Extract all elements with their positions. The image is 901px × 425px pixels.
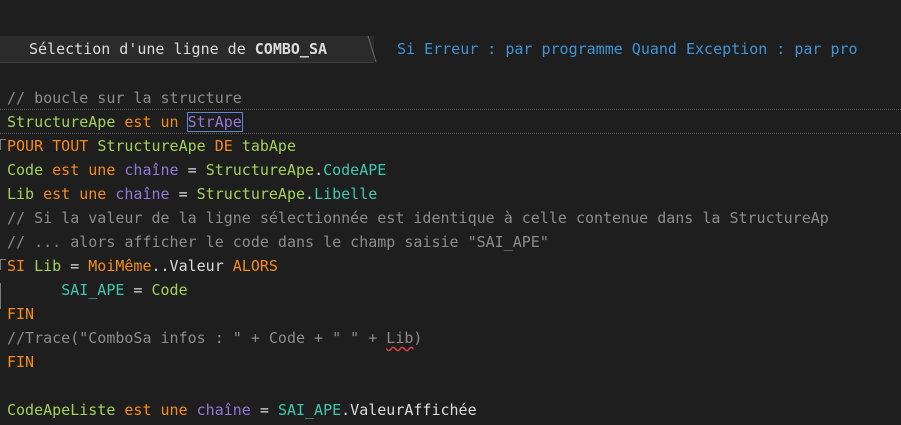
code-line-2[interactable]: StructureApe est un StrApe <box>7 110 243 134</box>
code-editor[interactable]: Sélection d'une ligne de COMBO_SA Si Err… <box>0 0 901 425</box>
code-line-1[interactable]: // boucle sur la structure <box>7 86 242 110</box>
code-line-10[interactable]: FIN <box>7 302 34 326</box>
code-line-6[interactable]: // Si la valeur de la ligne sélectionnée… <box>7 206 829 230</box>
code-line-9[interactable]: SAI_APE = Code <box>7 278 187 302</box>
code-line-7[interactable]: // ... alors afficher le code dans le ch… <box>7 230 549 254</box>
code-line-8[interactable]: SI Lib = MoiMême..Valeur ALORS <box>7 254 278 278</box>
code-line-12[interactable]: FIN <box>7 350 34 374</box>
spelling-error-token[interactable]: Lib <box>386 329 413 347</box>
procedure-tab-label: Sélection d'une ligne de COMBO_SA <box>29 40 327 58</box>
tab-control-name: COMBO_SA <box>254 40 328 58</box>
procedure-header: Sélection d'une ligne de COMBO_SA Si Err… <box>0 36 901 63</box>
error-handling-info[interactable]: Si Erreur : par programme Quand Exceptio… <box>397 40 858 58</box>
tab-edge-divider <box>367 36 377 62</box>
code-line-3[interactable]: POUR TOUT StructureApe DE tabApe <box>7 134 296 158</box>
code-line-5[interactable]: Lib est une chaîne = StructureApe.Libell… <box>7 182 377 206</box>
code-line-14[interactable]: CodeApeListe est une chaîne = SAI_APE.Va… <box>7 398 477 422</box>
fold-marker[interactable] <box>0 259 6 270</box>
tab-prefix-text: Sélection d'une ligne de <box>29 40 255 58</box>
code-line-11[interactable]: //Trace("ComboSa infos : " + Code + " " … <box>7 326 422 350</box>
fold-guide <box>0 283 6 309</box>
procedure-tab[interactable]: Sélection d'une ligne de COMBO_SA <box>0 36 374 63</box>
selected-type-token[interactable]: StrApe <box>186 112 243 132</box>
code-line-4[interactable]: Code est une chaîne = StructureApe.CodeA… <box>7 158 386 182</box>
fold-marker[interactable] <box>0 139 6 150</box>
